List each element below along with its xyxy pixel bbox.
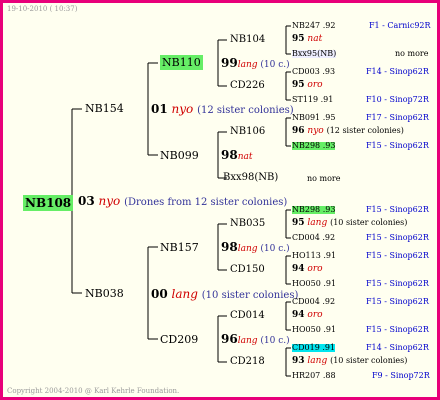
gen2-a-year: 99	[221, 56, 238, 70]
leaf-12-loc: F15 - Sinop62R	[366, 325, 429, 334]
gen3-a2-year: 95	[292, 80, 305, 90]
gen3-d2-queen: lang	[307, 356, 328, 366]
leaf-12-id[interactable]: HO050 .91	[292, 326, 336, 334]
leaf-10-id[interactable]: HO050 .91	[292, 280, 336, 288]
gen3-a1-name[interactable]: NB104	[230, 35, 265, 45]
leaf-6-id[interactable]: NB298 .93	[292, 142, 336, 150]
gen1-top-name[interactable]: NB154	[85, 103, 124, 114]
gen3-d2-info: 93 lang (10 sister colonies)	[292, 357, 407, 366]
gen2-b-year: 98	[221, 148, 238, 162]
gen3-a1-info: 95 nat	[292, 35, 322, 44]
report-date: 19-10-2010 ( 10:37)	[7, 5, 78, 13]
gen1-bottom-name[interactable]: NB038	[85, 288, 124, 299]
gen3-c2-name[interactable]: CD150	[230, 265, 265, 275]
gen2-c-year: 98	[221, 240, 238, 254]
gen2-d-name[interactable]: CD209	[160, 334, 198, 345]
root-queen: NB108	[23, 194, 74, 211]
gen3-d1-year: 94	[292, 310, 305, 320]
gen3-a2-queen: oro	[307, 80, 323, 90]
gen3-a1-year: 95	[292, 34, 305, 44]
gen3-b2-nomore: no more	[307, 174, 341, 183]
gen1-top-queen: nyo	[171, 102, 194, 116]
gen2-a-name[interactable]: NB110	[160, 55, 203, 70]
gen3-c2-year: 94	[292, 264, 305, 274]
gen2-b-queen: nat	[237, 152, 253, 162]
leaf-14-loc: F9 - Sinop72R	[372, 371, 430, 380]
gen3-c2-queen: oro	[307, 264, 323, 274]
root-queen-type: nyo	[98, 194, 121, 208]
gen3-c1-info: 95 lang (10 sister colonies)	[292, 219, 407, 228]
gen1-top-note: (12 sister colonies)	[197, 105, 294, 116]
gen3-c1-queen: lang	[307, 218, 328, 228]
gen1-top-info: 01 nyo (12 sister colonies)	[151, 103, 294, 116]
gen1-top-year: 01	[151, 102, 168, 116]
gen1-bottom-queen: lang	[171, 287, 198, 301]
leaf-9-loc: F15 - Sinop62R	[366, 251, 429, 260]
gen3-c1-name[interactable]: NB035	[230, 219, 265, 229]
root-year: 03	[78, 194, 95, 208]
leaf-14-id[interactable]: HR207 .88	[292, 372, 336, 380]
leaf-6-loc: F15 - Sinop62R	[366, 141, 429, 150]
root-note: (Drones from 12 sister colonies)	[124, 197, 288, 208]
gen2-a-queen: lang	[237, 60, 258, 70]
leaf-10-loc: F15 - Sinop62R	[366, 279, 429, 288]
root-name[interactable]: NB108	[23, 195, 74, 211]
leaf-2-id[interactable]: Bxx95(NB)	[292, 50, 337, 58]
gen3-b1-name[interactable]: NB106	[230, 127, 265, 137]
gen3-c1-year: 95	[292, 218, 305, 228]
gen3-a2-name[interactable]: CD226	[230, 81, 265, 91]
leaf-9-id[interactable]: HO113 .91	[292, 252, 336, 260]
gen2-c-queen: lang	[237, 244, 258, 254]
leaf-7-loc: F15 - Sinop62R	[366, 205, 429, 214]
gen3-d2-year: 93	[292, 356, 305, 366]
gen3-c2-info: 94 oro	[292, 265, 323, 274]
gen3-a1-queen: nat	[307, 34, 323, 44]
gen3-b2-name[interactable]: Bxx98(NB)	[223, 173, 278, 183]
leaf-7-id[interactable]: NB298 .93	[292, 206, 336, 214]
gen3-b1-queen: nyo	[307, 126, 324, 136]
gen3-b1-info: 96 nyo (12 sister colonies)	[292, 127, 404, 136]
gen3-d2-note: (10 sister colonies)	[330, 356, 408, 365]
gen1-bottom-note: (10 sister colonies)	[201, 290, 299, 301]
gen2-c-note: (10 c.)	[260, 244, 290, 254]
leaf-5-loc: F17 - Sinop62R	[366, 113, 429, 122]
gen2-b-name[interactable]: NB099	[160, 150, 199, 161]
leaf-4-id[interactable]: ST119 .91	[292, 96, 333, 104]
leaf-4-loc: F10 - Sinop72R	[366, 95, 429, 104]
leaf-3-loc: F14 - Sinop62R	[366, 67, 429, 76]
leaf-11-id[interactable]: CD004 .92	[292, 298, 335, 306]
leaf-8-id[interactable]: CD004 .92	[292, 234, 335, 242]
gen3-a2-info: 95 oro	[292, 81, 323, 90]
gen2-d-note: (10 c.)	[260, 336, 290, 346]
leaf-5-id[interactable]: NB091 .95	[292, 114, 335, 122]
gen3-d1-queen: oro	[307, 310, 323, 320]
leaf-1-id[interactable]: NB247 .92	[292, 22, 335, 30]
gen2-b-info: 98nat	[221, 149, 252, 162]
gen2-a-note: (10 c.)	[260, 60, 290, 70]
leaf-2-loc: no more	[395, 49, 429, 58]
gen3-d1-info: 94 oro	[292, 311, 323, 320]
root-info: 03 nyo (Drones from 12 sister colonies)	[78, 195, 287, 208]
gen2-a-info: 99lang (10 c.)	[221, 57, 290, 70]
copyright: Copyright 2004-2010 @ Karl Kehrle Founda…	[7, 387, 180, 395]
gen1-bottom-year: 00	[151, 287, 168, 301]
leaf-13-loc: F14 - Sinop62R	[366, 343, 429, 352]
leaf-11-loc: F15 - Sinop62R	[366, 297, 429, 306]
leaf-1-loc: F1 - Carnic92R	[369, 21, 431, 30]
gen2-d-year: 96	[221, 332, 238, 346]
gen2-c-name[interactable]: NB157	[160, 242, 199, 253]
leaf-13-id[interactable]: CD019 .91	[292, 344, 336, 352]
gen1-bottom-info: 00 lang (10 sister colonies)	[151, 288, 298, 301]
leaf-8-loc: F15 - Sinop62R	[366, 233, 429, 242]
gen3-b1-year: 96	[292, 126, 305, 136]
gen3-d2-name[interactable]: CD218	[230, 357, 265, 367]
gen2-c-info: 98lang (10 c.)	[221, 241, 290, 254]
gen3-d1-name[interactable]: CD014	[230, 311, 265, 321]
gen2-d-info: 96lang (10 c.)	[221, 333, 290, 346]
gen3-c1-note: (10 sister colonies)	[330, 218, 408, 227]
gen3-b1-note: (12 sister colonies)	[326, 126, 404, 135]
pedigree-frame: 19-10-2010 ( 10:37) Copyright 2004-2010 …	[0, 0, 440, 400]
leaf-3-id[interactable]: CD003 .93	[292, 68, 335, 76]
gen2-d-queen: lang	[237, 336, 258, 346]
